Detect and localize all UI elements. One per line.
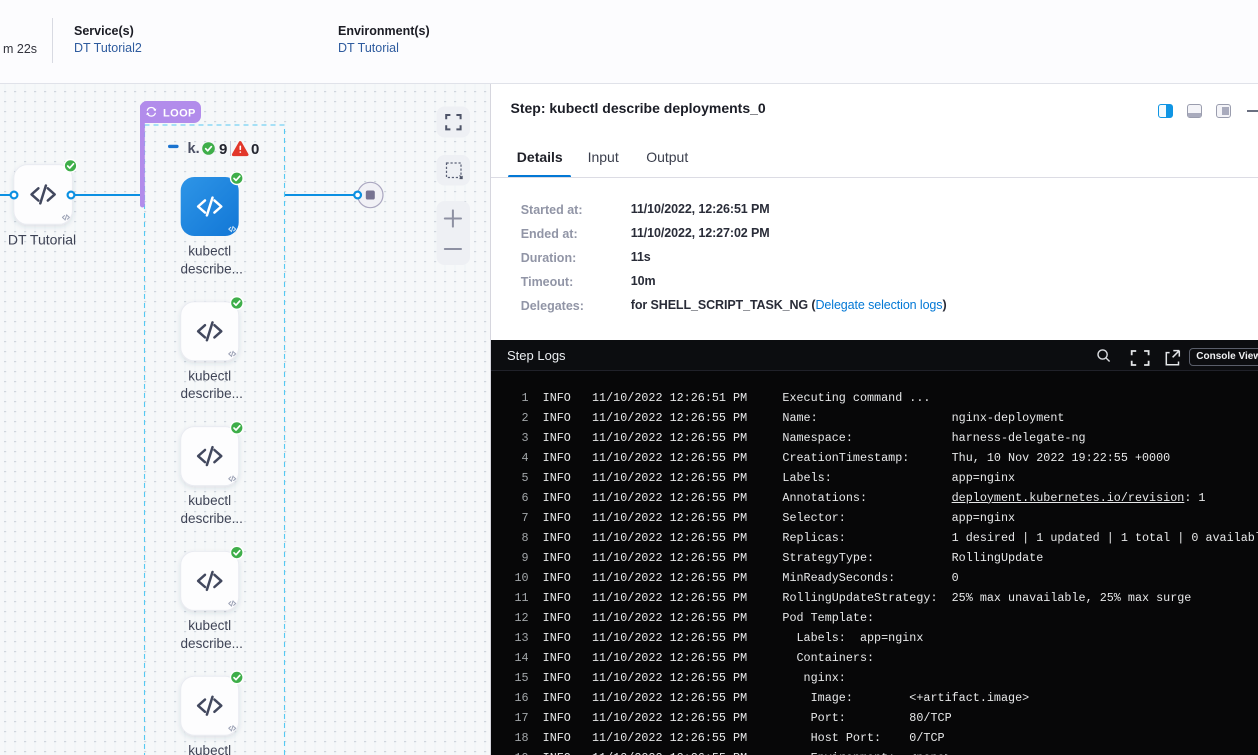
svg-text:k.: k. — [188, 141, 200, 157]
svg-text:kubectl: kubectl — [188, 368, 231, 383]
svg-text:describe...: describe... — [181, 386, 243, 401]
svg-text:kubectl: kubectl — [188, 493, 231, 508]
svg-text:describe...: describe... — [181, 261, 243, 276]
svg-text:9: 9 — [219, 141, 227, 158]
svg-text:kubectl: kubectl — [188, 743, 231, 755]
svg-text:0: 0 — [251, 141, 259, 158]
svg-text:describe...: describe... — [181, 511, 243, 526]
svg-text:DT Tutorial: DT Tutorial — [8, 232, 76, 248]
svg-text:describe...: describe... — [181, 636, 243, 651]
svg-text:LOOP: LOOP — [163, 108, 196, 120]
svg-text:kubectl: kubectl — [188, 618, 231, 633]
svg-text:kubectl: kubectl — [188, 244, 231, 259]
